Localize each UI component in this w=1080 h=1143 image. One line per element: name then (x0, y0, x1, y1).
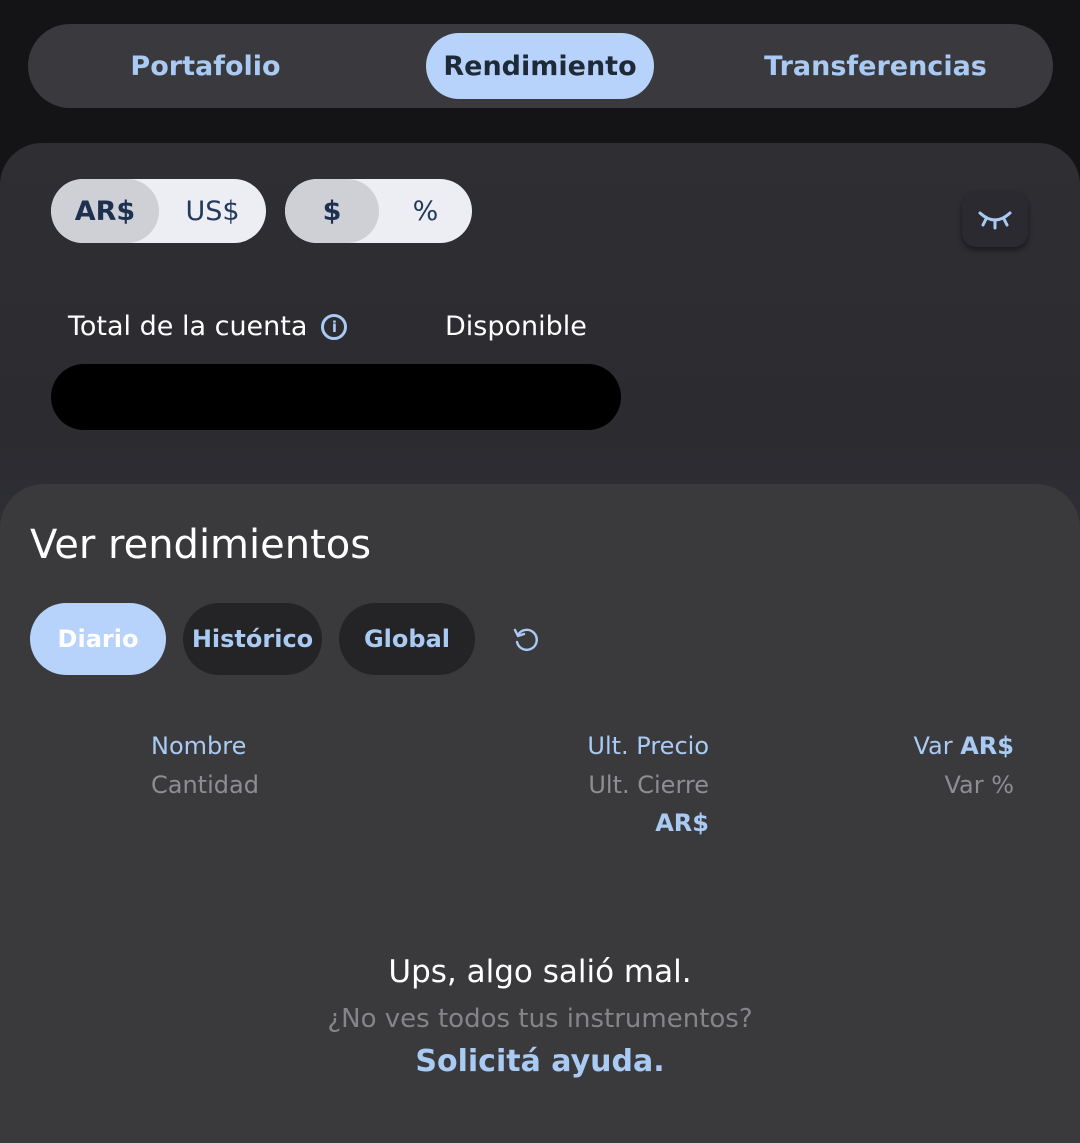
tab-transferencias[interactable]: Transferencias (728, 33, 1023, 99)
currency-option-usd[interactable]: US$ (159, 179, 266, 243)
column-header-variation-percent: Var % (944, 771, 1014, 799)
error-title: Ups, algo salió mal. (388, 954, 692, 990)
column-header-price-currency: AR$ (655, 809, 709, 837)
filter-historico[interactable]: Histórico (183, 603, 322, 675)
filter-global[interactable]: Global (339, 603, 475, 675)
variation-currency: AR$ (960, 732, 1014, 760)
column-header-quantity: Cantidad (151, 771, 259, 799)
unit-option-percent[interactable]: % (379, 179, 472, 243)
unit-option-amount[interactable]: $ (285, 179, 379, 243)
unit-toggle: $ % (285, 179, 472, 243)
error-subtitle: ¿No ves todos tus instrumentos? (327, 1004, 753, 1034)
help-link[interactable]: Solicitá ayuda. (0, 1044, 1080, 1079)
panel-title: Ver rendimientos (30, 522, 372, 568)
column-header-last-price: Ult. Precio (587, 732, 709, 760)
currency-option-ars[interactable]: AR$ (51, 179, 159, 243)
account-total-text: Total de la cuenta (68, 311, 308, 342)
available-label: Disponible (445, 311, 587, 342)
currency-toggle: AR$ US$ (51, 179, 266, 243)
eye-closed-icon (978, 211, 1012, 230)
column-header-variation: Var AR$ (913, 732, 1014, 760)
tab-portafolio[interactable]: Portafolio (78, 33, 333, 99)
account-total-label: Total de la cuenta i (68, 311, 348, 342)
performance-panel: Ver rendimientos Diario Histórico Global… (0, 484, 1080, 1143)
refresh-icon[interactable] (510, 624, 542, 656)
redacted-balance (51, 364, 621, 430)
column-header-last-close: Ult. Cierre (588, 771, 709, 799)
performance-screen: Portafolio Rendimiento Transferencias AR… (0, 0, 1080, 1143)
top-tab-bar: Portafolio Rendimiento Transferencias (28, 24, 1053, 108)
tab-rendimiento[interactable]: Rendimiento (426, 33, 654, 99)
filter-diario[interactable]: Diario (30, 603, 166, 675)
hide-balance-button[interactable] (962, 191, 1028, 247)
variation-label: Var (913, 732, 953, 760)
column-header-name: Nombre (151, 732, 247, 760)
info-icon[interactable]: i (321, 313, 348, 340)
